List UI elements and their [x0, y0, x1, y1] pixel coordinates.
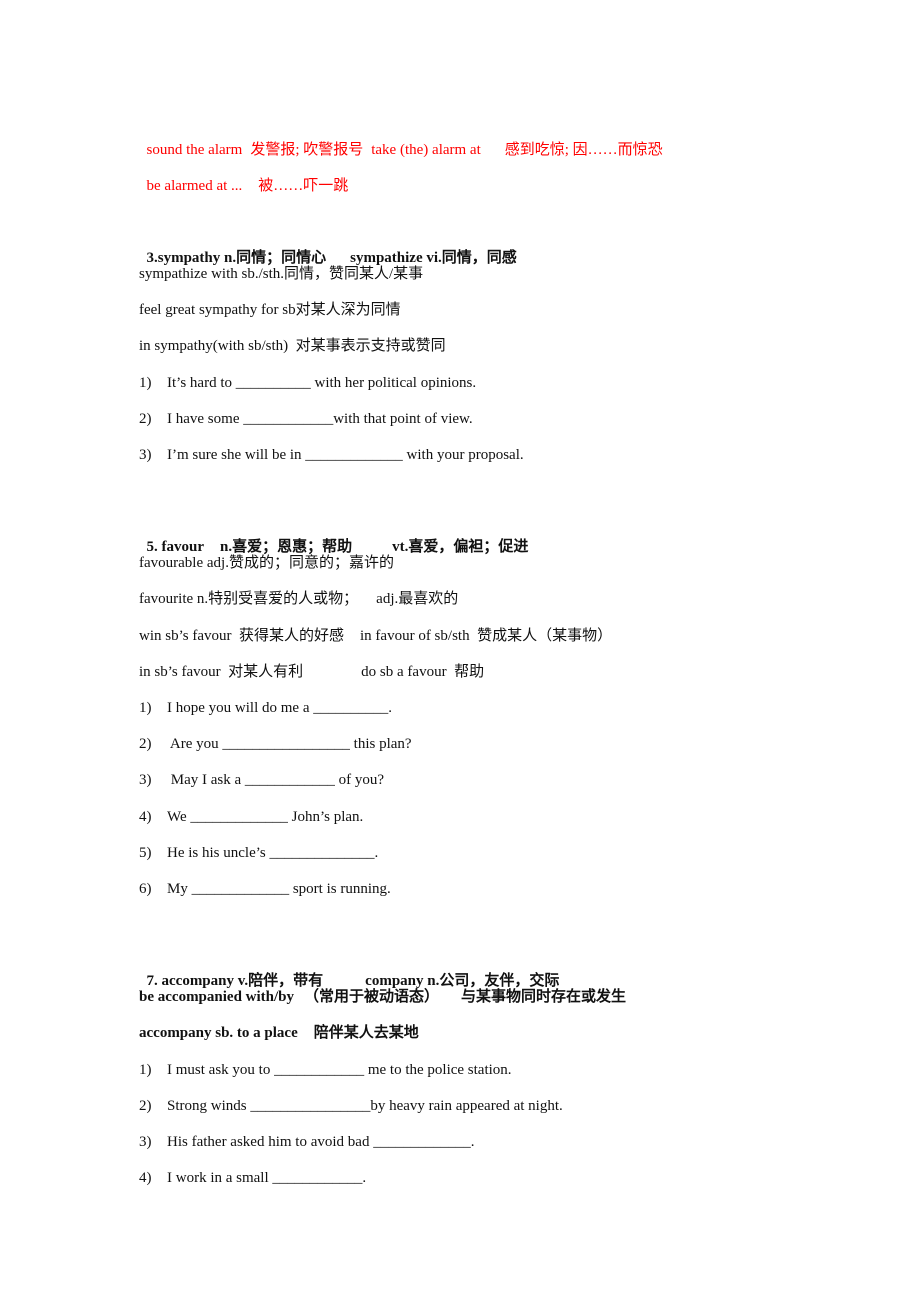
exercise-number: 5) [139, 845, 152, 861]
exercise-item: 4) I work in a small ____________. [139, 1168, 366, 1188]
exercise-text: I work in a small ____________. [167, 1170, 367, 1186]
exercise-item: 5) He is his uncle’s ______________. [139, 843, 378, 863]
note-text: do sb a favour 帮助 [361, 664, 485, 680]
exercise-item: 2) I have some ____________with that poin… [139, 409, 473, 429]
section-5-note: in sb’s favour 对某人有利 do sb a favour 帮助 [139, 662, 484, 682]
section-3-heading: 3.sympathy n.同情；同情心 sympathize vi.同情，同感 [139, 228, 517, 268]
exercise-item: 3) His father asked him to avoid bad ____… [139, 1132, 474, 1152]
exercise-number: 4) [139, 809, 152, 825]
exercise-text: He is his uncle’s ______________. [167, 845, 379, 861]
note-text: win sb’s favour 获得某人的好感 [139, 628, 344, 644]
note-text: favourite n.特别受喜爱的人或物； [139, 591, 359, 607]
alarm-note-line-1: sound the alarm 发警报; 吹警报号 take (the) alarm… [139, 120, 663, 160]
exercise-item: 4) We _____________ John’s plan. [139, 807, 363, 827]
exercise-text: I’m sure she will be in _____________ wi… [167, 447, 524, 463]
exercise-number: 2) [139, 411, 152, 427]
section-3-note: feel great sympathy for sb对某人深为同情 [139, 302, 401, 318]
exercise-text: I hope you will do me a __________. [167, 700, 392, 716]
section-3-note: in sympathy(with sb/sth) 对某事表示支持或赞同 [139, 338, 446, 354]
section-5-note: win sb’s favour 获得某人的好感 in favour of sb/s… [139, 626, 612, 646]
note-text: 与某事物同时存在或发生 [461, 989, 627, 1005]
exercise-item: 2) Strong winds ________________by heavy … [139, 1096, 563, 1116]
exercise-text: We _____________ John’s plan. [167, 809, 364, 825]
note-text: favourable adj.赞成的；同意的；嘉许的 [139, 555, 394, 571]
exercise-text: My _____________ sport is running. [167, 881, 391, 897]
alarm-phrase-alarmed: be alarmed at ... [146, 178, 243, 194]
exercise-number: 1) [139, 700, 152, 716]
exercise-item: 1) It’s hard to __________ with her polit… [139, 373, 476, 393]
alarm-meaning-take: 感到吃惊; 因……而惊恐 [504, 142, 663, 158]
section-7-note: be accompanied with/by （常用于被动语态） 与某事物同时存在或… [139, 987, 626, 1007]
section-5-note: favourite n.特别受喜爱的人或物； adj.最喜欢的 [139, 589, 458, 609]
exercise-text: I have some ____________with that point … [167, 411, 473, 427]
alarm-phrase-take: take (the) alarm at [371, 142, 481, 158]
exercise-text: Strong winds ________________by heavy ra… [167, 1098, 563, 1114]
note-text: 陪伴某人去某地 [313, 1025, 419, 1041]
exercise-item: 1) I hope you will do me a __________. [139, 698, 392, 718]
exercise-number: 2) [139, 736, 152, 752]
section-3-note: sympathize with sb./sth.同情，赞同某人/某事 [139, 266, 424, 282]
exercise-item: 2) Are you _________________ this plan? [139, 734, 412, 754]
exercise-item: 1) I must ask you to ____________ me to t… [139, 1060, 512, 1080]
note-text: accompany sb. to a place [139, 1025, 298, 1041]
exercise-text: May I ask a ____________ of you? [167, 772, 385, 788]
note-text: in sb’s favour 对某人有利 [139, 664, 304, 680]
exercise-item: 3) I’m sure she will be in _____________ … [139, 445, 524, 465]
exercise-number: 6) [139, 881, 152, 897]
alarm-note-line-2: be alarmed at ... 被……吓一跳 [139, 156, 349, 196]
exercise-number: 1) [139, 375, 152, 391]
section-7-heading: 7. accompany v.陪伴，带有 company n.公司，友伴，交际 [139, 951, 560, 991]
alarm-meaning-alarmed: 被……吓一跳 [258, 178, 349, 194]
exercise-item: 6) My _____________ sport is running. [139, 879, 391, 899]
exercise-number: 3) [139, 772, 152, 788]
exercise-text: Are you _________________ this plan? [167, 736, 412, 752]
exercise-number: 3) [139, 447, 152, 463]
exercise-text: I must ask you to ____________ me to the… [167, 1062, 512, 1078]
section-7-note: accompany sb. to a place 陪伴某人去某地 [139, 1023, 419, 1043]
exercise-text: It’s hard to __________ with her politic… [167, 375, 477, 391]
section-5-heading: 5. favour n.喜爱；恩惠；帮助 vt.喜爱，偏袒；促进 [139, 517, 529, 557]
exercise-text: His father asked him to avoid bad ______… [167, 1134, 475, 1150]
section-5-note: favourable adj.赞成的；同意的；嘉许的 [139, 553, 394, 573]
exercise-number: 4) [139, 1170, 152, 1186]
exercise-item: 3) May I ask a ____________ of you? [139, 770, 384, 790]
exercise-number: 1) [139, 1062, 152, 1078]
exercise-number: 2) [139, 1098, 152, 1114]
heading-favour-verb: vt.喜爱，偏袒；促进 [392, 539, 529, 555]
exercise-number: 3) [139, 1134, 152, 1150]
note-text: in favour of sb/sth 赞成某人（某事物） [360, 628, 613, 644]
note-text: be accompanied with/by [139, 989, 295, 1005]
note-text: adj.最喜欢的 [376, 591, 459, 607]
note-text: （常用于被动语态） [304, 989, 440, 1005]
